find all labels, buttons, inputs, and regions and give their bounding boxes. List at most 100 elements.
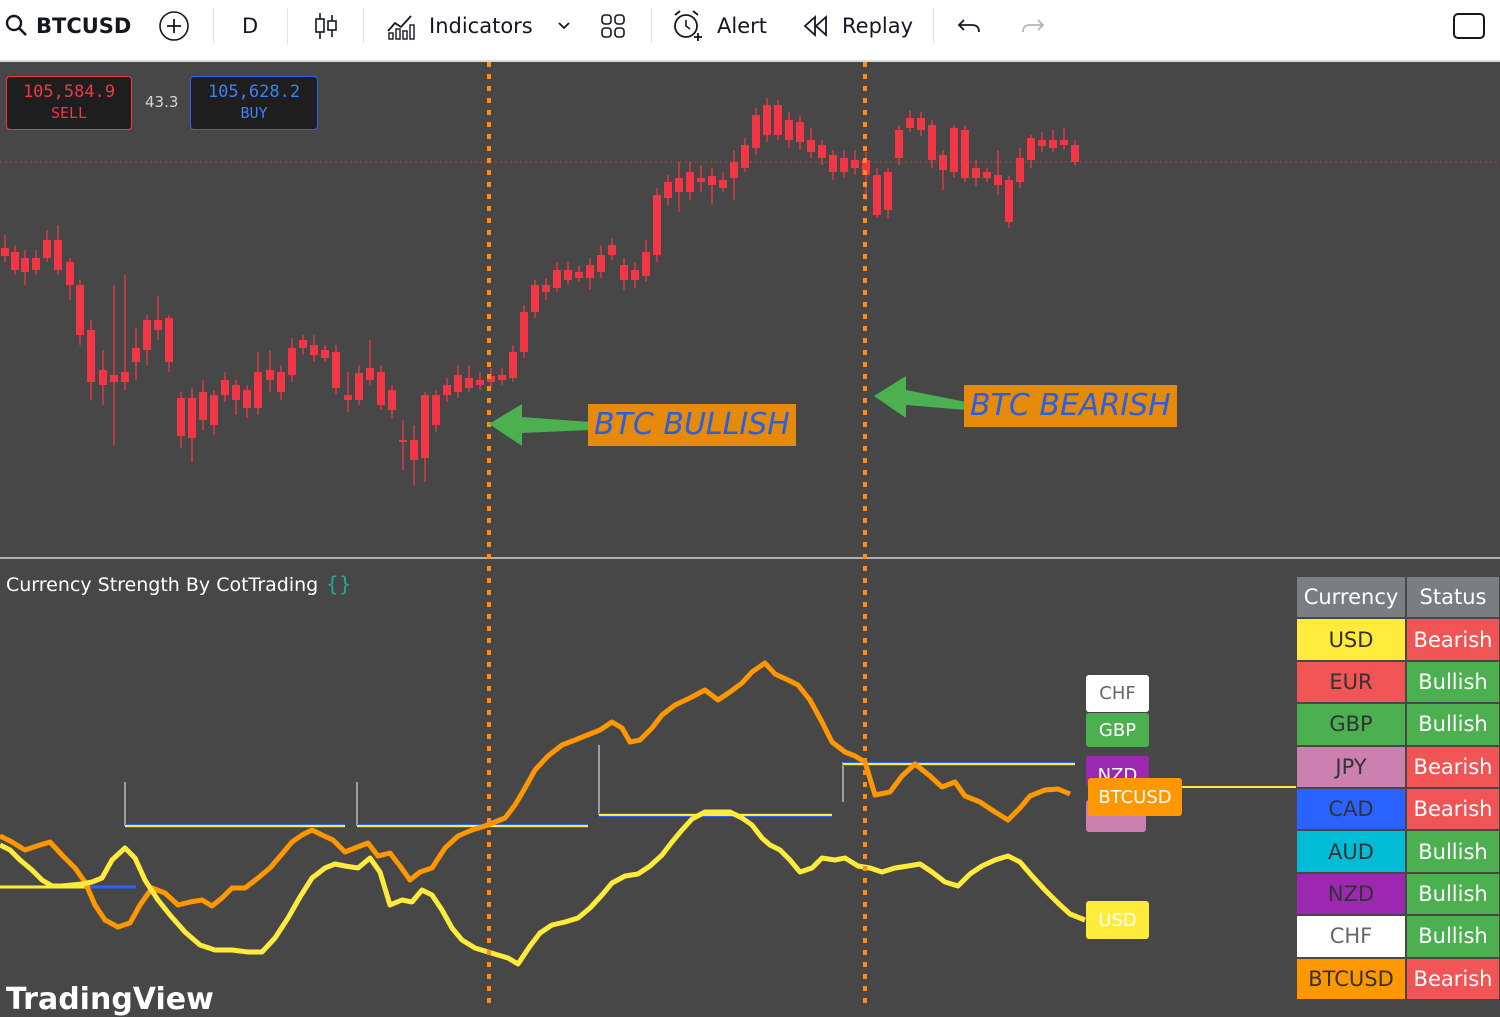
table-row: USD Bearish: [1296, 618, 1500, 661]
candle-body: [895, 130, 903, 158]
candle-body: [983, 172, 991, 178]
compare-button[interactable]: [158, 8, 190, 44]
currency-cell: CHF: [1296, 915, 1406, 958]
candle-body: [653, 195, 661, 255]
indicators-icon: [387, 15, 415, 40]
buy-price: 105,628.2: [207, 82, 301, 102]
candle-body: [99, 370, 107, 385]
sell-button[interactable]: 105,584.9 SELL: [6, 76, 132, 130]
chart-type-button[interactable]: [312, 8, 340, 44]
indicators-label: Indicators: [429, 14, 533, 38]
status-cell: Bearish: [1406, 957, 1500, 1000]
candle-body: [818, 145, 826, 158]
candle-body: [575, 272, 583, 278]
currency-cell: GBP: [1296, 703, 1406, 746]
currency-cell: EUR: [1296, 660, 1406, 704]
currency-status-table: Currency Status USD Bearish EUR Bullish GBP B…: [1296, 576, 1500, 1000]
layouts-button[interactable]: [599, 8, 627, 44]
candle-body: [1060, 140, 1068, 145]
candle-body: [210, 395, 218, 425]
candle-body: [243, 390, 251, 408]
candle-body: [950, 128, 958, 172]
candle-body: [321, 350, 329, 358]
btcusd-line-label: BTCUSD: [1088, 778, 1182, 816]
fullscreen-button[interactable]: [1452, 8, 1486, 44]
top-toolbar: BTCUSD D Indicators Alert Replay: [0, 0, 1500, 62]
plus-circle-icon: [159, 11, 189, 41]
candle-body: [796, 122, 804, 142]
candle-body: [664, 182, 672, 198]
status-cell: Bullish: [1406, 703, 1500, 746]
alert-button[interactable]: Alert: [671, 8, 767, 44]
buy-label: BUY: [240, 104, 268, 122]
candle-body: [730, 162, 738, 178]
rewind-icon: [803, 14, 827, 38]
table-row: JPY Bearish: [1296, 745, 1500, 788]
candle-body: [928, 125, 936, 160]
btc-bullish-callout[interactable]: BTC BULLISH: [588, 404, 796, 446]
chf-line-label: CHF: [1086, 675, 1149, 712]
table-row: CAD Bearish: [1296, 787, 1500, 831]
indicators-dropdown[interactable]: [555, 8, 573, 44]
indicators-button[interactable]: Indicators: [385, 8, 533, 44]
currency-cell: JPY: [1296, 745, 1406, 788]
candle-body: [143, 320, 151, 350]
header-status: Status: [1406, 576, 1500, 619]
symbol-search[interactable]: BTCUSD: [4, 8, 131, 44]
redo-button[interactable]: [1018, 8, 1046, 44]
candle-body: [542, 285, 550, 292]
candle-body: [752, 115, 760, 148]
symbol-label: BTCUSD: [36, 14, 132, 38]
candle-body: [421, 395, 429, 458]
candle-body: [299, 340, 307, 348]
candle-body: [763, 105, 771, 135]
bullish-arrow: [489, 404, 590, 446]
undo-button[interactable]: [956, 8, 984, 44]
table-row: BTCUSD Bearish: [1296, 957, 1500, 1000]
candle-body: [719, 180, 727, 188]
replay-button[interactable]: Replay: [802, 8, 913, 44]
candle-body: [410, 440, 418, 460]
candle-body: [939, 155, 947, 170]
header-currency: Currency: [1296, 576, 1406, 619]
spread-value: 43.3: [145, 93, 179, 111]
buy-button[interactable]: 105,628.2 BUY: [190, 76, 318, 130]
interval-button[interactable]: D: [242, 8, 258, 44]
table-row: NZD Bullish: [1296, 872, 1500, 916]
candle-body: [840, 158, 848, 172]
status-cell: Bullish: [1406, 830, 1500, 873]
candle-body: [266, 370, 274, 380]
candle-body: [906, 118, 914, 128]
candle-body: [399, 440, 407, 442]
toolbar-divider: [287, 8, 288, 44]
indicator-title[interactable]: Currency Strength By CotTrading: [6, 574, 318, 596]
btc-bearish-callout[interactable]: BTC BEARISH: [964, 385, 1177, 427]
candle-body: [1005, 180, 1013, 222]
candle-body: [199, 392, 207, 420]
alarm-clock-icon: [674, 10, 702, 41]
currency-cell: NZD: [1296, 872, 1406, 916]
candle-body: [631, 270, 639, 280]
candle-body: [277, 372, 285, 392]
tradingview-logo[interactable]: TradingView: [6, 982, 214, 1017]
candle-body: [1, 248, 9, 256]
table-header: Currency Status: [1296, 576, 1500, 619]
candle-body: [586, 265, 594, 278]
candle-body: [366, 368, 374, 380]
candle-body: [465, 378, 473, 388]
candle-body: [32, 258, 40, 270]
bearish-arrow: [874, 376, 966, 418]
candle-body: [785, 120, 793, 140]
chart-canvas[interactable]: [0, 62, 1500, 1004]
candle-body: [553, 270, 561, 288]
candle-body: [509, 352, 517, 378]
table-row: EUR Bullish: [1296, 660, 1500, 704]
candle-body: [884, 172, 892, 210]
source-code-icon[interactable]: {}: [326, 572, 351, 596]
toolbar-divider: [363, 8, 364, 44]
currency-cell: CAD: [1296, 787, 1406, 831]
status-cell: Bearish: [1406, 787, 1500, 831]
alert-label: Alert: [717, 14, 767, 38]
search-icon: [5, 14, 27, 36]
candle-body: [110, 375, 118, 382]
